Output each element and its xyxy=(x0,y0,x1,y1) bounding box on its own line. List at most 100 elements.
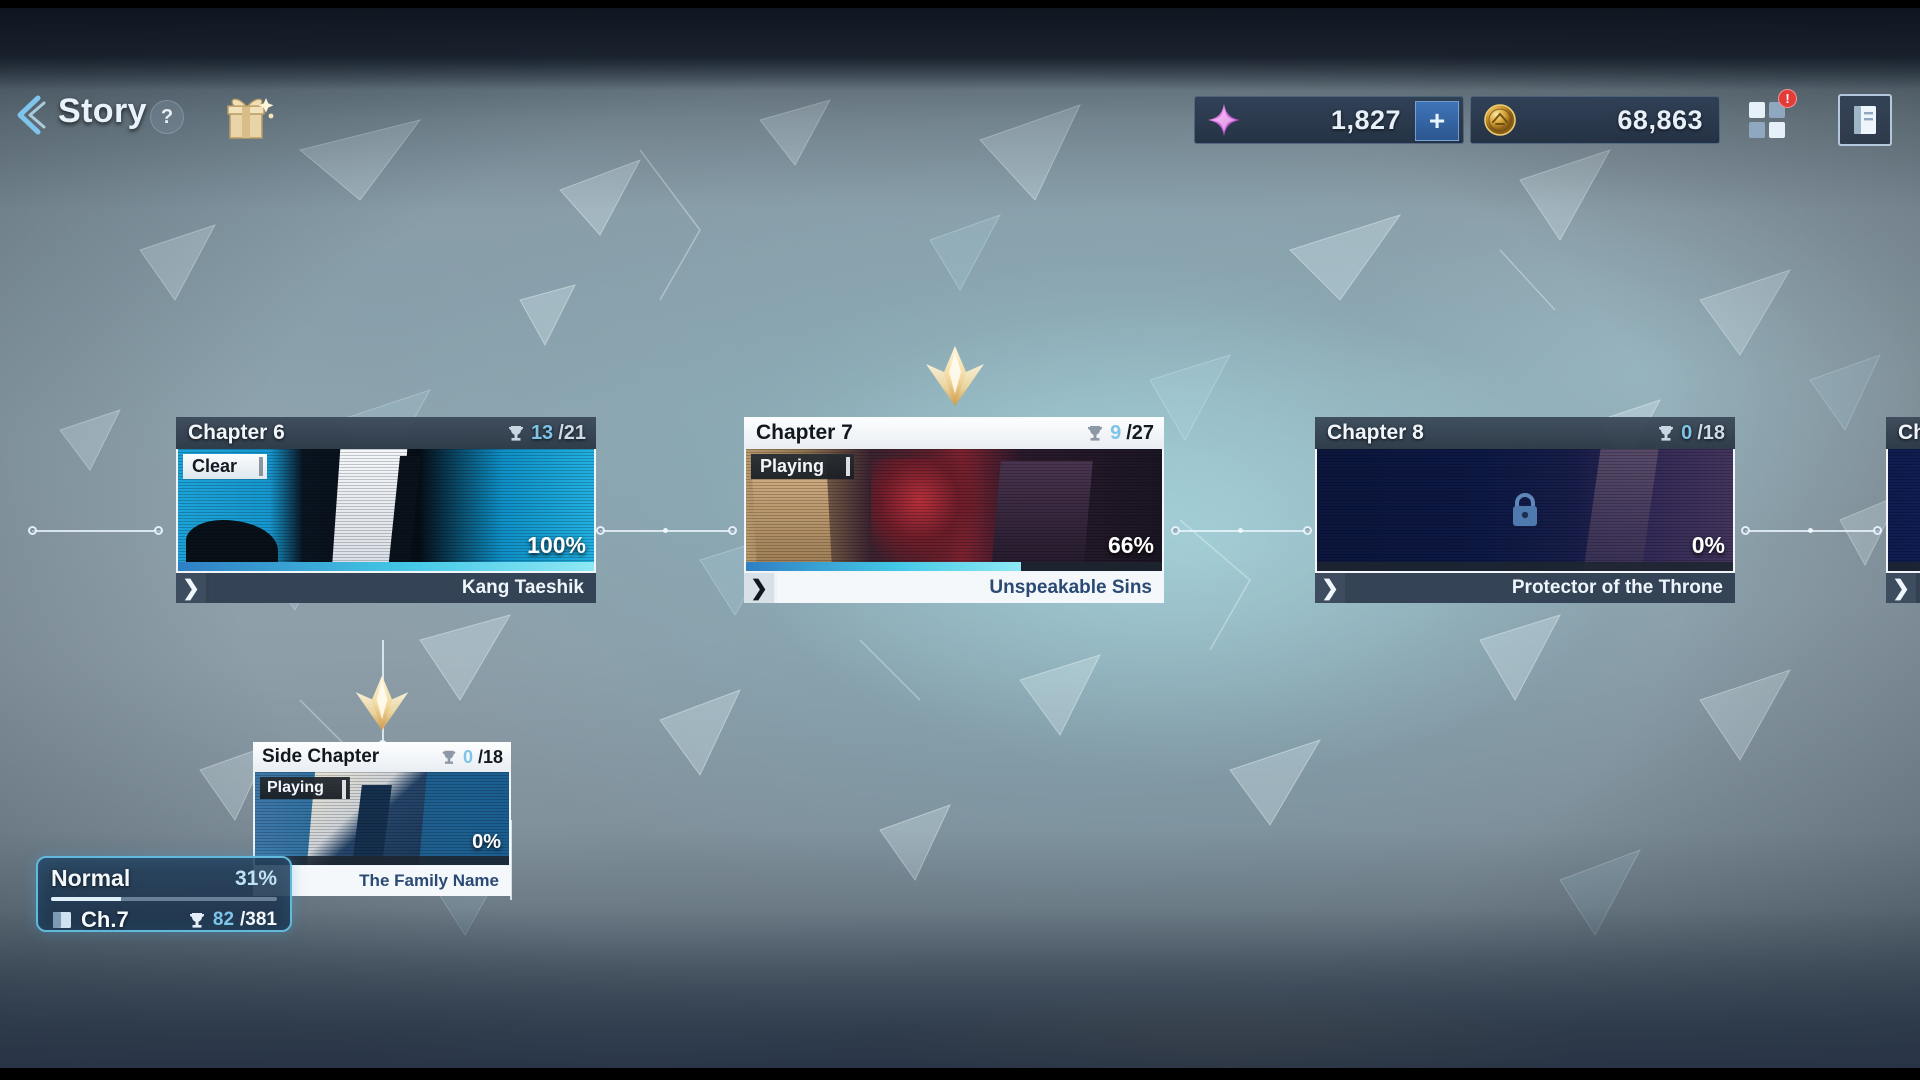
add-gems-button[interactable]: + xyxy=(1415,101,1459,141)
chapter-title: Chapter 8 xyxy=(1327,421,1424,444)
hud-row-difficulty: Normal 31% xyxy=(38,858,290,892)
progress-bar xyxy=(255,856,509,865)
chapter-card-chapter-6[interactable]: Chapter 6 13 /21 Clear 100% ❯ Kang Taesh… xyxy=(176,417,596,603)
connector-node xyxy=(1873,526,1882,535)
trophy-icon xyxy=(442,750,456,764)
trophy-counter: 0 /18 xyxy=(1656,422,1725,445)
trophy-icon xyxy=(1088,425,1103,441)
connector-node xyxy=(1171,526,1180,535)
connector-node xyxy=(154,526,163,535)
progress-bar xyxy=(178,562,594,571)
connector-node xyxy=(1303,526,1312,535)
book-icon xyxy=(1854,106,1876,134)
status-badge: Playing xyxy=(751,454,855,479)
chapter-thumbnail: Clear 100% xyxy=(176,449,596,573)
connector-line xyxy=(32,530,162,532)
trophy-current: 0 xyxy=(1681,421,1693,444)
chapter-card-chapter-9[interactable]: Ch ❯ xyxy=(1886,417,1920,603)
progress-bar xyxy=(746,562,1162,571)
lock-icon xyxy=(1513,493,1537,526)
trophy-current: 9 xyxy=(1110,421,1122,444)
gem-star-icon xyxy=(1201,102,1247,138)
chapter-enter-arrow-icon[interactable]: ❯ xyxy=(744,573,774,603)
trophy-icon xyxy=(1659,425,1674,441)
status-badge: Playing xyxy=(260,777,350,799)
trophy-counter: 13 /21 xyxy=(506,422,586,445)
connector-midpoint xyxy=(1238,528,1243,533)
progress-percent: 100% xyxy=(527,532,586,558)
trophy-total: /18 xyxy=(1697,421,1725,444)
progress-percent: 66% xyxy=(1107,532,1154,558)
book-icon xyxy=(53,912,71,928)
chapter-footer[interactable]: ❯ Kang Taeshik xyxy=(176,573,596,603)
chapter-thumbnail: 0% xyxy=(1315,449,1735,573)
chapter-card-chapter-8[interactable]: Chapter 8 0 /18 0% ❯ Protector of the Th… xyxy=(1315,417,1735,603)
chapter-enter-arrow-icon[interactable]: ❯ xyxy=(176,573,206,603)
trophy-total: /27 xyxy=(1126,421,1154,444)
book-button[interactable] xyxy=(1838,94,1892,146)
progress-bar xyxy=(1888,562,1920,571)
sparkle-diamond-icon xyxy=(926,346,984,406)
hud-row-chapter: Ch.7 82 /381 xyxy=(38,901,290,933)
chapter-enter-arrow-icon[interactable]: ❯ xyxy=(1315,573,1345,603)
header: Story ? 1,827 + 68,863 ! xyxy=(0,8,1920,146)
hud-trophy-total: /381 xyxy=(240,909,277,930)
chapter-title: Side Chapter xyxy=(262,746,380,767)
help-button[interactable]: ? xyxy=(150,100,184,134)
status-badge: Clear xyxy=(183,454,268,479)
chapter-footer[interactable]: ❯ Protector of the Throne xyxy=(1315,573,1735,603)
page-title: Story xyxy=(58,92,147,130)
chapter-title: Ch xyxy=(1898,421,1920,444)
chapter-enter-arrow-icon[interactable]: ❯ xyxy=(1886,573,1916,603)
chapter-thumbnail xyxy=(1886,449,1920,573)
trophy-counter: 0 /18 xyxy=(440,747,503,768)
trophy-counter: 9 /27 xyxy=(1085,422,1154,445)
letterbox-top xyxy=(0,0,1920,8)
chapter-title: Chapter 6 xyxy=(188,421,285,444)
completion-percent: 31% xyxy=(234,866,277,890)
connector-node xyxy=(1741,526,1750,535)
progress-bar xyxy=(1317,562,1733,571)
gift-box-icon[interactable] xyxy=(220,90,276,142)
connector-midpoint xyxy=(1808,528,1813,533)
chapter-thumbnail: Playing 66% xyxy=(744,449,1164,573)
sparkle-diamond-icon xyxy=(355,675,409,731)
chapter-footer[interactable]: ❯ xyxy=(1886,573,1920,603)
chapter-card-chapter-7[interactable]: Chapter 7 9 /27 Playing 66% ❯ Unspeakabl… xyxy=(744,417,1164,603)
current-chapter-label: Ch.7 xyxy=(81,907,129,932)
back-button[interactable] xyxy=(8,90,58,140)
connector-midpoint xyxy=(663,528,668,533)
chapter-header: Ch xyxy=(1886,417,1920,449)
game-screen: Chapter 6 13 /21 Clear 100% ❯ Kang Taesh… xyxy=(0,0,1920,1080)
progress-percent: 0% xyxy=(472,831,501,853)
stage-name: Unspeakable Sins xyxy=(777,573,1164,603)
chapter-header: Chapter 6 13 /21 xyxy=(176,417,596,449)
progress-percent: 0% xyxy=(1691,532,1725,558)
chapter-title: Chapter 7 xyxy=(756,421,853,444)
stage-name: Protector of the Throne xyxy=(1348,573,1735,603)
trophy-icon xyxy=(508,425,523,441)
trophy-total: /18 xyxy=(477,746,503,767)
connector-node xyxy=(728,526,737,535)
connector-node xyxy=(28,526,37,535)
gold-coin-icon xyxy=(1477,102,1523,138)
hud-trophy-current: 82 xyxy=(212,909,235,930)
difficulty-progress-hud[interactable]: Normal 31% Ch.7 82 /381 xyxy=(36,856,292,932)
letterbox-bottom xyxy=(0,1068,1920,1080)
difficulty-label: Normal xyxy=(51,865,131,891)
gold-currency-pill[interactable]: 68,863 xyxy=(1470,96,1720,144)
gem-currency-pill[interactable]: 1,827 + xyxy=(1194,96,1464,144)
stage-name: Kang Taeshik xyxy=(209,573,596,603)
connector-node xyxy=(596,526,605,535)
gold-value: 68,863 xyxy=(1617,104,1703,135)
trophy-current: 13 xyxy=(530,421,554,444)
trophy-icon xyxy=(189,912,204,928)
chapter-header: Chapter 7 9 /27 xyxy=(744,417,1164,449)
notification-badge: ! xyxy=(1778,89,1797,108)
trophy-total: /21 xyxy=(558,421,586,444)
trophy-current: 0 xyxy=(462,746,473,767)
hud-trophy-counter: 82 /381 xyxy=(187,909,277,931)
menu-button[interactable]: ! xyxy=(1740,89,1797,146)
chapter-footer[interactable]: ❯ Unspeakable Sins xyxy=(744,573,1164,603)
chapter-header: Chapter 8 0 /18 xyxy=(1315,417,1735,449)
